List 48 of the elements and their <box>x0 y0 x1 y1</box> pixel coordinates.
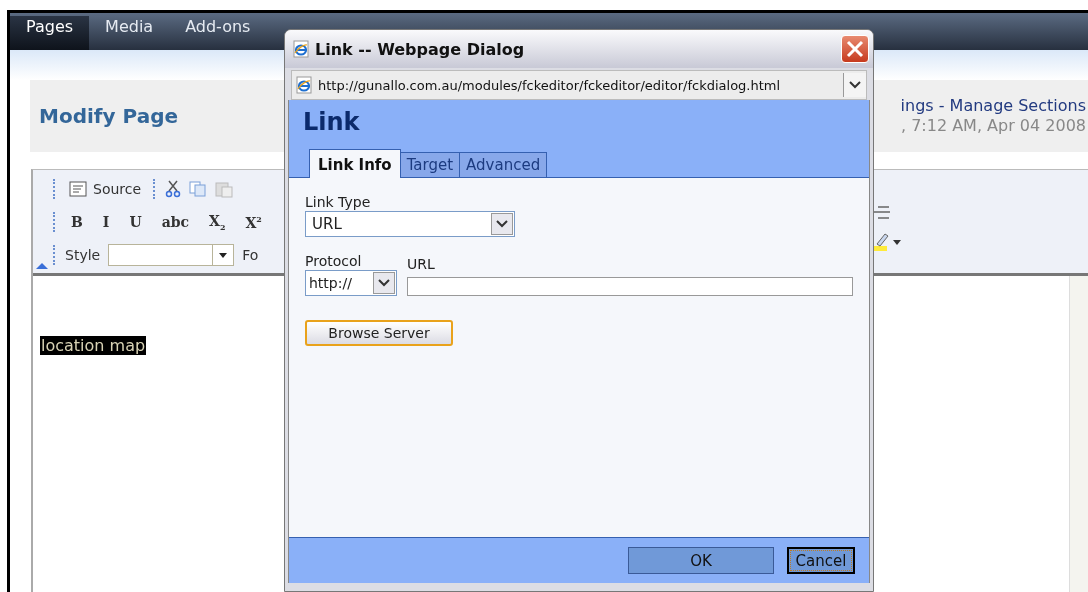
close-button[interactable] <box>841 35 869 63</box>
protocol-label: Protocol <box>305 253 363 270</box>
font-label: Fo <box>242 247 259 263</box>
style-label: Style <box>65 247 101 263</box>
style-dropdown[interactable] <box>108 244 235 266</box>
format-button[interactable]: X$^{2}$ <box>239 213 268 231</box>
selected-text: location map <box>40 336 147 355</box>
format-button[interactable]: X$_{2}$ <box>203 212 232 232</box>
close-icon <box>846 40 864 58</box>
address-dropdown[interactable] <box>843 73 866 97</box>
section-links[interactable]: ings - Manage Sections <box>900 96 1086 116</box>
dialog-title: Link -- Webpage Dialog <box>315 39 526 59</box>
url-label: URL <box>407 256 436 273</box>
url-field[interactable] <box>407 277 853 296</box>
copy-icon[interactable] <box>189 181 208 197</box>
menu-item[interactable]: Pages <box>10 16 90 50</box>
chevron-icon <box>496 220 508 228</box>
page-title: Modify Page <box>39 104 178 128</box>
dialog-tab[interactable]: Target <box>399 152 461 177</box>
format-button[interactable]: U <box>123 214 148 230</box>
link-type-dropdown[interactable]: URL <box>305 211 515 237</box>
cut-icon[interactable] <box>165 180 182 198</box>
collapse-icon[interactable] <box>36 263 48 269</box>
chevron-icon <box>849 81 861 89</box>
document-icon <box>69 181 87 197</box>
modified-date: , 7:12 AM, Apr 04 2008 <box>900 116 1086 136</box>
format-button[interactable]: abc <box>155 214 195 230</box>
cancel-button[interactable]: Cancel <box>787 547 855 574</box>
protocol-dropdown[interactable]: http:// <box>305 270 397 296</box>
format-button[interactable]: B <box>65 214 89 230</box>
browser-icon <box>293 40 309 58</box>
browser-icon <box>296 76 312 94</box>
source-button[interactable]: Source <box>65 179 146 199</box>
menu-item[interactable]: Add-ons <box>169 16 267 50</box>
browse-server-button[interactable]: Browse Server <box>305 320 453 346</box>
caret-icon <box>219 252 228 258</box>
highlight-color-icon[interactable] <box>873 232 903 252</box>
dialog-tab[interactable]: Advanced <box>459 152 548 177</box>
ok-button[interactable]: OK <box>628 547 774 574</box>
link-type-label: Link Type <box>305 194 372 211</box>
address-text: http://gunallo.com.au/modules/fckeditor/fckeditor/editor/fckdialog.html <box>318 77 782 93</box>
scrollbar[interactable] <box>1069 276 1088 592</box>
dialog-tab[interactable]: Link Info <box>309 149 401 178</box>
justify-icon[interactable] <box>873 204 891 222</box>
dialog-heading: Link <box>302 107 361 136</box>
menu-item[interactable]: Media <box>89 16 170 50</box>
chevron-icon <box>378 279 390 287</box>
format-button[interactable]: I <box>96 214 116 230</box>
